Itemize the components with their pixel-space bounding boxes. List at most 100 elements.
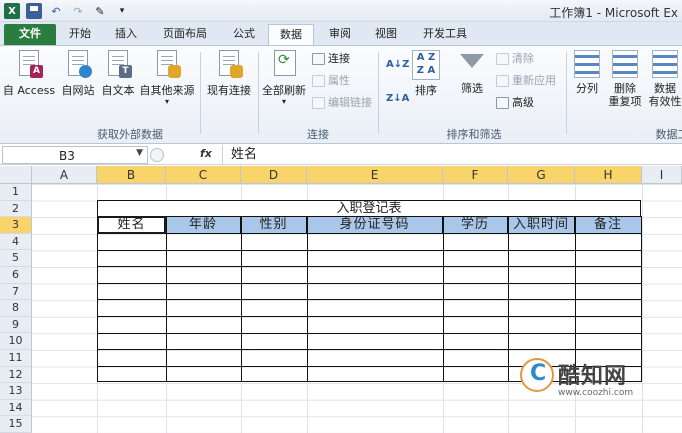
edit-links-icon [312,96,325,109]
title-bar: X ↶ ↷ ✎ ▾ 工作簿1 - Microsoft Ex [0,0,682,22]
row-header-7[interactable]: 7 [0,283,32,301]
row-header-4[interactable]: 4 [0,233,32,251]
column-header-g[interactable]: G [508,166,575,184]
text-file-icon: T [104,50,132,80]
column-header-a[interactable]: A [32,166,97,184]
refresh-icon [270,50,298,80]
header-cell-education[interactable]: 学历 [443,216,508,233]
connections-button[interactable]: 连接 [312,52,350,65]
row-header-3[interactable]: 3 [0,217,32,234]
text-to-columns-button[interactable]: 分列 [568,50,606,95]
remove-duplicates-button[interactable]: 删除 重复项 [606,50,644,108]
connections-icon [312,52,325,65]
undo-icon[interactable]: ↶ [48,3,64,19]
column-header-b[interactable]: B [97,166,166,184]
properties-icon [312,74,325,87]
header-cell-id-number[interactable]: 身份证号码 [307,216,443,233]
tab-data[interactable]: 数据 [268,24,314,45]
from-web-button[interactable]: 自网站 [58,50,98,97]
customize-qat-icon[interactable]: ▾ [114,3,130,19]
group-label-data-tools: 数据工 [655,128,682,141]
text-to-columns-icon [574,50,600,78]
group-label-external-data: 获取外部数据 [97,128,163,141]
refresh-all-button[interactable]: 全部刷新 ▾ [262,50,306,107]
row-header-2[interactable]: 2 [0,200,32,218]
save-icon[interactable] [26,3,42,19]
window-title: 工作簿1 - Microsoft Ex [549,6,678,20]
dropdown-arrow-icon: ▾ [281,97,286,106]
table-border [307,216,308,381]
column-header-e[interactable]: E [307,166,443,184]
name-box[interactable]: B3 ▼ [2,146,148,164]
redo-icon[interactable]: ↷ [70,3,86,19]
tab-file[interactable]: 文件 [4,24,56,45]
data-validation-button[interactable]: 数据 有效性 [646,50,682,108]
tab-formulas[interactable]: 公式 [224,24,264,45]
row-header-1[interactable]: 1 [0,184,32,201]
from-text-button[interactable]: T 自文本 [98,50,138,97]
column-header-f[interactable]: F [443,166,508,184]
format-painter-icon[interactable]: ✎ [92,3,108,19]
coozhi-logo-icon [520,358,554,392]
name-box-dropdown-icon[interactable]: ▼ [136,148,143,158]
edit-links-button[interactable]: 编辑链接 [312,96,372,109]
tab-review[interactable]: 审阅 [320,24,360,45]
table-border [97,266,642,268]
table-border [241,216,242,381]
row-header-9[interactable]: 9 [0,316,32,334]
sort-ascending-button[interactable]: A↓Z [386,58,409,71]
dropdown-arrow-icon: ▾ [164,97,169,106]
table-border [166,216,167,381]
column-header-c[interactable]: C [166,166,241,184]
header-cell-hire-date[interactable]: 入职时间 [508,216,575,233]
tab-insert[interactable]: 插入 [106,24,146,45]
tab-page-layout[interactable]: 页面布局 [152,24,218,45]
separator [566,52,567,134]
from-access-button[interactable]: A 自 Access [2,50,56,97]
row-header-8[interactable]: 8 [0,300,32,317]
tab-home[interactable]: 开始 [60,24,100,45]
row-header-10[interactable]: 10 [0,333,32,350]
existing-connections-button[interactable]: 现有连接 [204,50,254,97]
row-header-6[interactable]: 6 [0,267,32,284]
advanced-filter-icon [496,96,509,109]
row-header-13[interactable]: 13 [0,383,32,400]
sort-descending-button[interactable]: Z↓A [386,92,409,105]
group-label-connections: 连接 [307,128,329,141]
sheet-table-title[interactable]: 入职登记表 [97,200,641,216]
separator [378,52,379,134]
column-header-i[interactable]: I [642,166,682,184]
sort-button[interactable]: A ZZ A 排序 [410,50,442,97]
properties-button[interactable]: 属性 [312,74,350,87]
formula-input[interactable]: 姓名 [222,145,682,164]
reapply-button[interactable]: 重新应用 [496,74,556,87]
table-border [97,299,642,301]
insert-function-icon[interactable]: fx [200,147,212,160]
active-cell-selection [97,216,166,234]
select-all-corner[interactable] [0,166,32,184]
row-header-12[interactable]: 12 [0,366,32,384]
table-border [97,249,642,251]
excel-logo-icon[interactable]: X [4,3,20,19]
row-header-5[interactable]: 5 [0,250,32,267]
group-label-sort-filter: 排序和筛选 [446,128,502,141]
row-header-15[interactable]: 15 [0,416,32,433]
clear-button[interactable]: 清除 [496,52,534,65]
advanced-button[interactable]: 高级 [496,96,534,109]
header-cell-remarks[interactable]: 备注 [575,216,642,233]
row-header-14[interactable]: 14 [0,399,32,417]
header-cell-gender[interactable]: 性别 [241,216,307,233]
table-border [443,216,444,381]
formula-bar-collapse-icon[interactable] [150,148,164,162]
row-header-11[interactable]: 11 [0,350,32,367]
header-cell-age[interactable]: 年龄 [166,216,241,233]
from-other-sources-button[interactable]: 自其他来源 ▾ [138,50,196,107]
remove-duplicates-icon [612,50,638,78]
tab-developer[interactable]: 开发工具 [412,24,478,45]
column-header-h[interactable]: H [575,166,642,184]
table-border [97,349,642,351]
column-header-d[interactable]: D [241,166,307,184]
tab-view[interactable]: 视图 [366,24,406,45]
watermark-url: www.coozhi.com [558,388,634,398]
filter-button[interactable]: 筛选 [452,50,492,95]
